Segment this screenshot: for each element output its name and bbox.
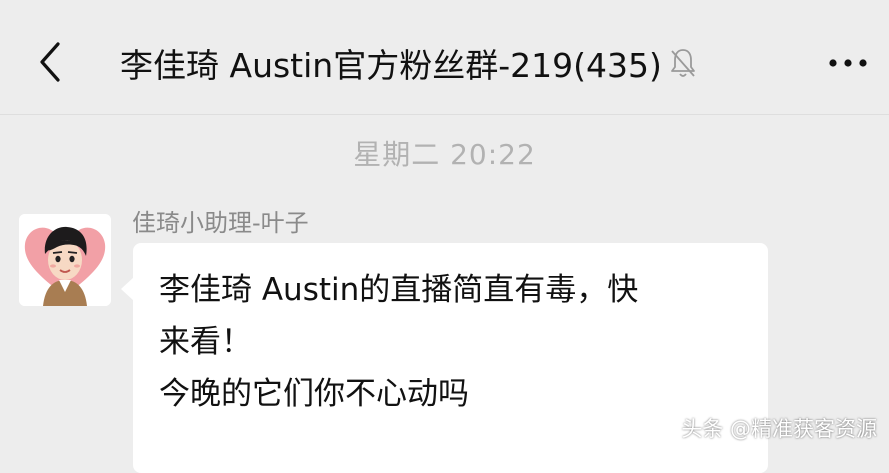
message-line: 李佳琦 Austin的直播简直有毒，快	[159, 272, 639, 308]
bell-muted-icon	[668, 46, 698, 80]
message-line: 来看！	[159, 324, 252, 360]
more-options-button[interactable]	[823, 46, 873, 80]
back-button[interactable]	[30, 38, 70, 86]
group-title: 李佳琦 Austin官方粉丝群-219(435)	[120, 46, 662, 85]
message-timestamp: 星期二 20:22	[353, 138, 536, 171]
chat-header: 李佳琦 Austin官方粉丝群-219(435)	[0, 0, 889, 115]
cartoon-avatar-icon	[19, 214, 111, 306]
title-area: 李佳琦 Austin官方粉丝群-219(435)	[120, 36, 698, 90]
sender-avatar[interactable]	[19, 214, 111, 306]
source-watermark: 头条 @精准获客资源	[681, 417, 877, 441]
message-line: 今晚的它们你不心动吗	[159, 376, 469, 412]
bubble-arrow	[121, 277, 134, 301]
sender-name: 佳琦小助理-叶子	[132, 209, 309, 237]
message-bubble[interactable]: 李佳琦 Austin的直播简直有毒，快 来看！ 今晚的它们你不心动吗	[121, 243, 768, 473]
more-dots-icon	[823, 59, 873, 84]
chevron-left-icon	[30, 38, 70, 86]
